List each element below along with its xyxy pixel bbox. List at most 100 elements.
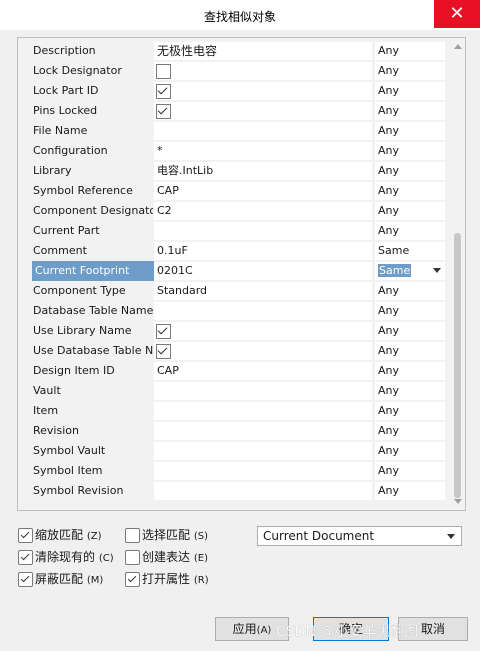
- property-label[interactable]: Symbol Reference: [33, 181, 153, 201]
- property-label[interactable]: Symbol Item: [33, 461, 153, 481]
- match-kind-cell[interactable]: Any: [375, 62, 445, 80]
- match-kind-cell[interactable]: Same: [375, 242, 445, 260]
- property-row[interactable]: Lock Designator Any: [18, 61, 450, 81]
- checked-checkbox-icon[interactable]: [156, 324, 171, 339]
- property-value[interactable]: [154, 302, 372, 320]
- property-row[interactable]: Lock Part ID Any: [18, 81, 450, 101]
- property-row[interactable]: Item Any: [18, 401, 450, 421]
- chevron-down-icon[interactable]: [433, 268, 441, 273]
- property-row[interactable]: Use Database Table Na Any: [18, 341, 450, 361]
- property-value[interactable]: 0201C: [154, 262, 372, 280]
- property-label[interactable]: Pins Locked: [33, 101, 153, 121]
- property-value[interactable]: [154, 462, 372, 480]
- property-value[interactable]: CAP: [154, 182, 372, 200]
- property-value[interactable]: [154, 402, 372, 420]
- scroll-down-icon[interactable]: [454, 499, 462, 504]
- scroll-thumb[interactable]: [454, 233, 461, 498]
- property-value[interactable]: [154, 382, 372, 400]
- property-checkbox-cell[interactable]: [154, 82, 372, 100]
- checked-checkbox-icon[interactable]: [156, 344, 171, 359]
- match-kind-cell[interactable]: Any: [375, 302, 445, 320]
- match-kind-cell[interactable]: Any: [375, 362, 445, 380]
- property-row[interactable]: Vault Any: [18, 381, 450, 401]
- match-kind-cell[interactable]: Any: [375, 462, 445, 480]
- open-properties-check-icon[interactable]: [125, 572, 140, 587]
- property-label[interactable]: Description: [33, 41, 153, 61]
- close-button[interactable]: ✕: [434, 0, 480, 28]
- property-label[interactable]: Design Item ID: [33, 361, 153, 381]
- match-kind-cell[interactable]: Any: [375, 482, 445, 500]
- property-label[interactable]: Use Database Table Na: [33, 341, 153, 361]
- property-label[interactable]: Comment: [33, 241, 153, 261]
- property-label[interactable]: Lock Part ID: [33, 81, 153, 101]
- zoom-matching-check-icon[interactable]: [18, 528, 33, 543]
- property-row[interactable]: Current Footprint 0201C Same: [18, 261, 450, 281]
- clear-existing-check-icon[interactable]: [18, 550, 33, 565]
- select-matching-check-icon[interactable]: [125, 528, 140, 543]
- match-kind-cell[interactable]: Any: [375, 222, 445, 240]
- property-value[interactable]: [154, 222, 372, 240]
- match-kind-cell[interactable]: Any: [375, 202, 445, 220]
- match-kind-cell[interactable]: Any: [375, 402, 445, 420]
- property-value[interactable]: 无极性电容: [154, 42, 372, 60]
- match-kind-cell[interactable]: Any: [375, 322, 445, 340]
- property-label[interactable]: Component Type: [33, 281, 153, 301]
- property-label[interactable]: Lock Designator: [33, 61, 153, 81]
- property-row[interactable]: Library 电容.IntLib Any: [18, 161, 450, 181]
- property-row[interactable]: Pins Locked Any: [18, 101, 450, 121]
- property-label[interactable]: Configuration: [33, 141, 153, 161]
- property-label[interactable]: Current Part: [33, 221, 153, 241]
- property-row[interactable]: Symbol Vault Any: [18, 441, 450, 461]
- property-label[interactable]: Current Footprint: [32, 261, 154, 281]
- scroll-up-icon[interactable]: [454, 44, 462, 49]
- property-checkbox-cell[interactable]: [154, 342, 372, 360]
- checked-checkbox-icon[interactable]: [156, 84, 171, 99]
- property-value[interactable]: [154, 422, 372, 440]
- match-kind-cell[interactable]: Any: [375, 442, 445, 460]
- property-value[interactable]: Standard: [154, 282, 372, 300]
- property-label[interactable]: Database Table Name: [33, 301, 153, 321]
- property-label[interactable]: Component Designato: [33, 201, 153, 221]
- property-row[interactable]: Database Table Name Any: [18, 301, 450, 321]
- create-expression-check-icon[interactable]: [125, 550, 140, 565]
- match-kind-cell[interactable]: Same: [375, 262, 445, 280]
- match-kind-cell[interactable]: Any: [375, 42, 445, 60]
- property-row[interactable]: Use Library Name Any: [18, 321, 450, 341]
- match-kind-cell[interactable]: Any: [375, 82, 445, 100]
- match-kind-cell[interactable]: Any: [375, 282, 445, 300]
- property-label[interactable]: Item: [33, 401, 153, 421]
- property-label[interactable]: Vault: [33, 381, 153, 401]
- property-checkbox-cell[interactable]: [154, 102, 372, 120]
- property-value[interactable]: 0.1uF: [154, 242, 372, 260]
- property-label[interactable]: Use Library Name: [33, 321, 153, 341]
- scope-dropdown[interactable]: Current Document: [257, 526, 462, 546]
- match-kind-cell[interactable]: Any: [375, 162, 445, 180]
- property-row[interactable]: Symbol Reference CAP Any: [18, 181, 450, 201]
- match-kind-cell[interactable]: Any: [375, 142, 445, 160]
- property-label[interactable]: Symbol Revision: [33, 481, 153, 501]
- property-checkbox-cell[interactable]: [154, 322, 372, 340]
- property-row[interactable]: Configuration * Any: [18, 141, 450, 161]
- property-label[interactable]: File Name: [33, 121, 153, 141]
- vertical-scrollbar[interactable]: [451, 38, 465, 510]
- property-row[interactable]: Symbol Revision Any: [18, 481, 450, 501]
- match-kind-cell[interactable]: Any: [375, 182, 445, 200]
- property-row[interactable]: Symbol Item Any: [18, 461, 450, 481]
- property-row[interactable]: Component Designato C2 Any: [18, 201, 450, 221]
- property-value[interactable]: [154, 122, 372, 140]
- property-value[interactable]: 电容.IntLib: [154, 162, 372, 180]
- property-row[interactable]: Revision Any: [18, 421, 450, 441]
- property-label[interactable]: Revision: [33, 421, 153, 441]
- property-value[interactable]: C2: [154, 202, 372, 220]
- property-row[interactable]: File Name Any: [18, 121, 450, 141]
- match-kind-cell[interactable]: Any: [375, 422, 445, 440]
- chevron-down-icon[interactable]: [447, 534, 455, 539]
- property-row[interactable]: Component Type Standard Any: [18, 281, 450, 301]
- property-row[interactable]: Design Item ID CAP Any: [18, 361, 450, 381]
- property-value[interactable]: CAP: [154, 362, 372, 380]
- unchecked-checkbox-icon[interactable]: [156, 64, 171, 79]
- property-checkbox-cell[interactable]: [154, 62, 372, 80]
- property-label[interactable]: Library: [33, 161, 153, 181]
- mask-matching-check-icon[interactable]: [18, 572, 33, 587]
- match-kind-cell[interactable]: Any: [375, 122, 445, 140]
